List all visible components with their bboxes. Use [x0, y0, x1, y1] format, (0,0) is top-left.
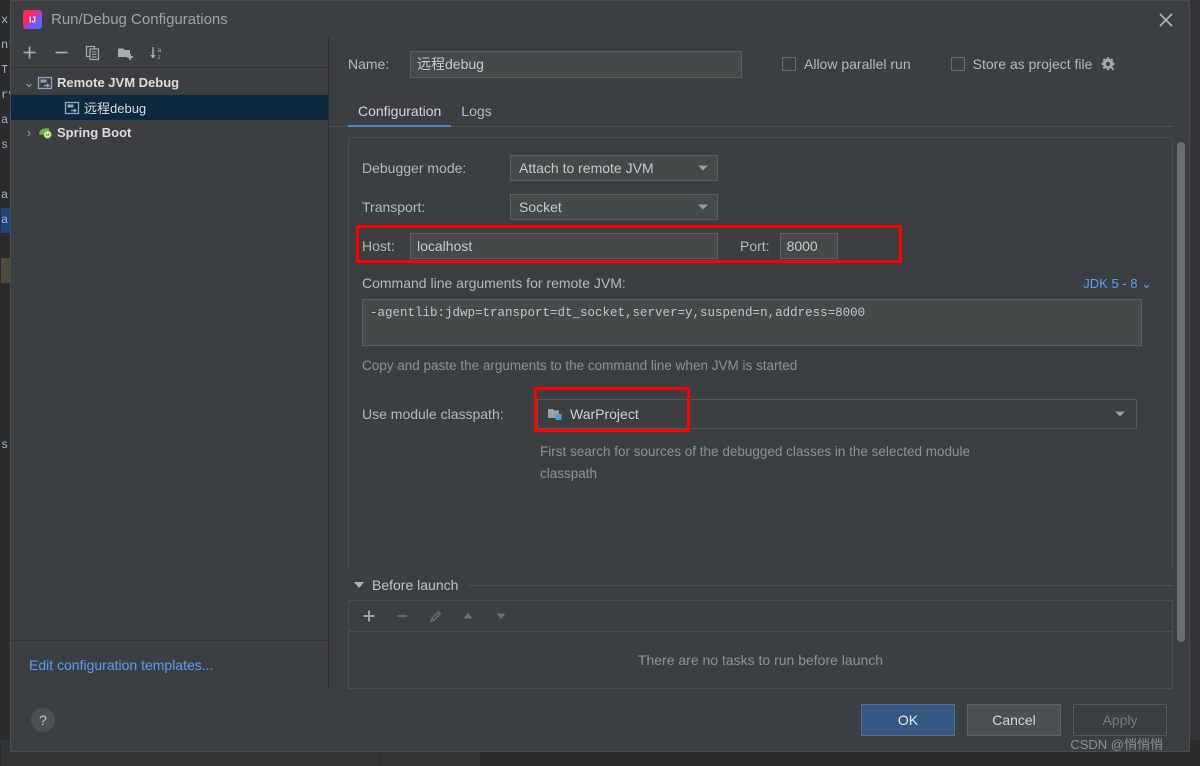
port-label: Port:: [740, 238, 770, 254]
transport-label: Transport:: [362, 199, 426, 215]
name-row: Name: Allow parallel run Store as projec…: [329, 38, 1189, 90]
command-line-hint: Copy and paste the arguments to the comm…: [362, 358, 798, 373]
configuration-editor-pane: Name: Allow parallel run Store as projec…: [329, 38, 1189, 689]
svg-text:z: z: [157, 54, 160, 61]
command-line-label: Command line arguments for remote JVM:: [362, 275, 626, 291]
module-icon: [547, 406, 563, 422]
before-launch-title: Before launch: [372, 577, 459, 593]
gear-icon[interactable]: [1100, 56, 1116, 72]
footer-button-group: OK Cancel Apply: [861, 704, 1167, 736]
arrow-down-icon[interactable]: [491, 606, 511, 626]
jdk-version-label: JDK 5 - 8: [1083, 276, 1138, 291]
before-launch-empty-text: There are no tasks to run before launch: [637, 652, 884, 668]
triangle-down-icon[interactable]: [354, 582, 364, 588]
transport-value: Socket: [519, 199, 562, 215]
folder-add-icon[interactable]: [115, 43, 135, 63]
add-configuration-button[interactable]: [19, 43, 39, 63]
copy-icon[interactable]: [83, 43, 103, 63]
chevron-down-icon: [1115, 411, 1125, 417]
tree-group-label: Spring Boot: [57, 125, 132, 140]
tab-logs[interactable]: Logs: [451, 103, 501, 126]
tree-item-label: 远程debug: [84, 101, 147, 116]
remove-task-button[interactable]: [392, 606, 412, 626]
module-classpath-row: Use module classpath: WarProject: [362, 387, 1172, 432]
store-as-project-file-checkbox[interactable]: Store as project file: [950, 56, 1093, 72]
allow-parallel-run-checkbox[interactable]: Allow parallel run: [782, 56, 911, 72]
cancel-button[interactable]: Cancel: [967, 704, 1061, 736]
allow-parallel-run-label: Allow parallel run: [804, 56, 911, 72]
sidebar-toolbar: a z: [11, 38, 328, 68]
remote-debug-icon: [37, 75, 57, 91]
remove-configuration-button[interactable]: [51, 43, 71, 63]
dialog-title: Run/Debug Configurations: [51, 11, 228, 28]
module-classpath-value: WarProject: [570, 406, 639, 422]
chevron-down-icon: ⌄: [1141, 276, 1152, 291]
tab-configuration[interactable]: Configuration: [348, 103, 452, 127]
debugger-mode-row: Debugger mode: Attach to remote JVM: [362, 155, 1172, 181]
module-classpath-label: Use module classpath:: [362, 406, 504, 422]
transport-dropdown[interactable]: Socket: [510, 194, 718, 220]
chevron-down-icon: [698, 204, 708, 210]
checkbox-box[interactable]: [782, 57, 796, 71]
arrow-up-icon[interactable]: [458, 606, 478, 626]
edit-templates-row: Edit configuration templates...: [11, 640, 328, 689]
tree-group-label: Remote JVM Debug: [57, 75, 180, 90]
name-label: Name:: [348, 56, 390, 72]
sort-alphabetically-icon[interactable]: a z: [147, 43, 167, 63]
before-launch-section: Before launch There are no tasks to run …: [348, 570, 1173, 689]
port-input[interactable]: [779, 233, 838, 259]
command-line-arguments-field[interactable]: -agentlib:jdwp=transport=dt_socket,serve…: [362, 299, 1142, 346]
host-port-row: Host: Port:: [362, 233, 908, 259]
configuration-scrollbar[interactable]: [1177, 142, 1185, 642]
close-icon[interactable]: [1155, 9, 1177, 31]
jdk-version-selector[interactable]: JDK 5 - 8 ⌄: [1083, 276, 1152, 292]
run-debug-configurations-dialog: Run/Debug Configurations: [10, 0, 1190, 752]
editor-tabs: Configuration Logs: [329, 90, 1173, 127]
pencil-icon[interactable]: [425, 606, 445, 626]
scrollbar-thumb[interactable]: [1177, 142, 1185, 642]
section-divider: [469, 584, 1173, 586]
before-launch-task-list[interactable]: There are no tasks to run before launch: [348, 631, 1173, 689]
tree-item-remote-debug-config[interactable]: 远程debug: [11, 95, 328, 120]
remote-debug-icon: [64, 100, 84, 116]
watermark: CSDN @悄悄悄: [1070, 737, 1163, 752]
intellij-idea-logo: [23, 10, 42, 29]
chevron-right-icon[interactable]: ›: [21, 125, 37, 140]
before-launch-toolbar: [348, 600, 1173, 631]
chevron-down-icon[interactable]: ⌄: [21, 75, 37, 91]
debugger-mode-dropdown[interactable]: Attach to remote JVM: [510, 155, 718, 181]
dialog-body: a z ⌄ Remote JVM Debug 远程debug › Spring …: [11, 38, 1189, 689]
before-launch-header[interactable]: Before launch: [348, 570, 1173, 600]
help-button[interactable]: ?: [31, 708, 55, 732]
store-as-project-file-label: Store as project file: [972, 56, 1093, 72]
name-input[interactable]: [410, 50, 742, 78]
debugger-mode-value: Attach to remote JVM: [519, 160, 654, 176]
module-classpath-dropdown[interactable]: WarProject: [537, 399, 1137, 429]
chevron-down-icon: [698, 165, 708, 171]
svg-text:a: a: [157, 47, 161, 54]
debugger-mode-label: Debugger mode:: [362, 160, 467, 176]
command-line-header: Command line arguments for remote JVM: J…: [362, 275, 1152, 292]
host-input[interactable]: [410, 233, 718, 259]
tree-group-remote-jvm-debug[interactable]: ⌄ Remote JVM Debug: [11, 70, 328, 95]
spring-boot-icon: [37, 125, 57, 141]
add-task-button[interactable]: [359, 606, 379, 626]
configurations-tree: ⌄ Remote JVM Debug 远程debug › Spring Boot: [11, 68, 328, 640]
host-label: Host:: [362, 238, 395, 254]
transport-row: Transport: Socket: [362, 194, 1172, 220]
configuration-content-panel: Debugger mode: Attach to remote JVM Tran…: [348, 137, 1173, 570]
module-classpath-hint: First search for sources of the debugged…: [540, 444, 970, 481]
tree-group-spring-boot[interactable]: › Spring Boot: [11, 120, 328, 145]
apply-button: Apply: [1073, 704, 1167, 736]
dialog-titlebar: Run/Debug Configurations: [11, 1, 1189, 38]
ok-button[interactable]: OK: [861, 704, 955, 736]
checkbox-box[interactable]: [950, 57, 965, 71]
host-port-row-wrapper: Host: Port:: [356, 225, 908, 263]
dialog-footer: ? OK Cancel Apply CSDN @悄悄悄: [11, 689, 1189, 752]
configurations-sidebar: a z ⌄ Remote JVM Debug 远程debug › Spring …: [11, 38, 329, 689]
edit-configuration-templates-link[interactable]: Edit configuration templates...: [29, 657, 213, 673]
